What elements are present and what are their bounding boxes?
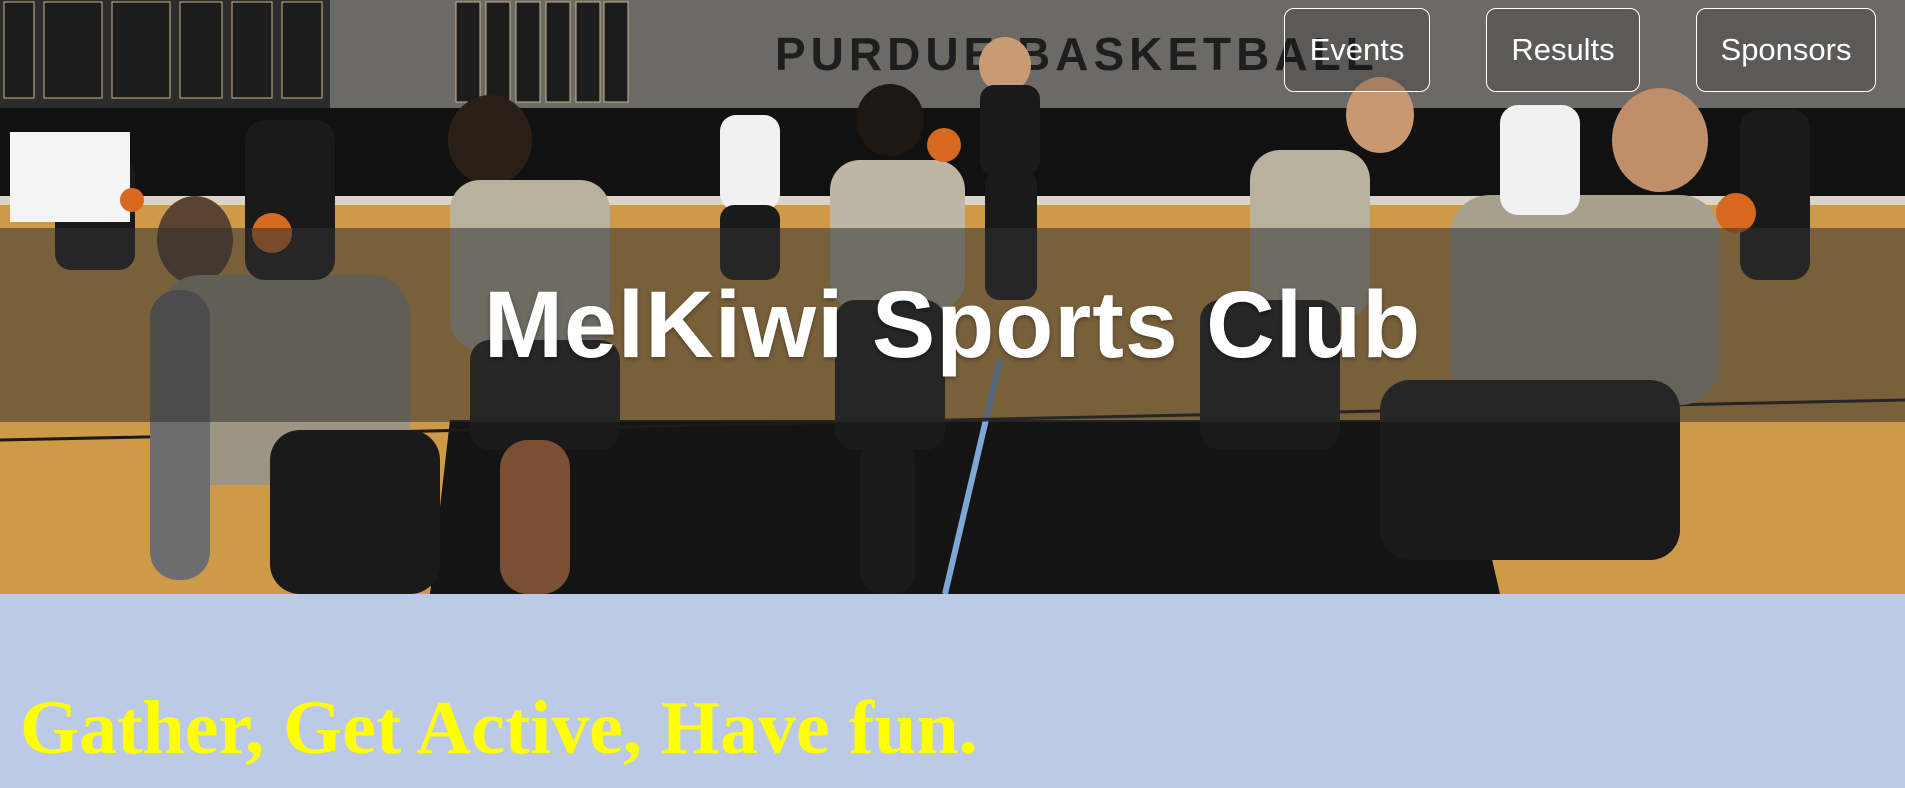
sponsors-button[interactable]: Sponsors bbox=[1696, 8, 1876, 92]
events-button[interactable]: Events bbox=[1284, 8, 1430, 92]
site-title: MelKiwi Sports Club bbox=[483, 271, 1422, 378]
tagline-heading: Gather, Get Active, Have fun. bbox=[20, 686, 978, 770]
results-button[interactable]: Results bbox=[1486, 8, 1640, 92]
